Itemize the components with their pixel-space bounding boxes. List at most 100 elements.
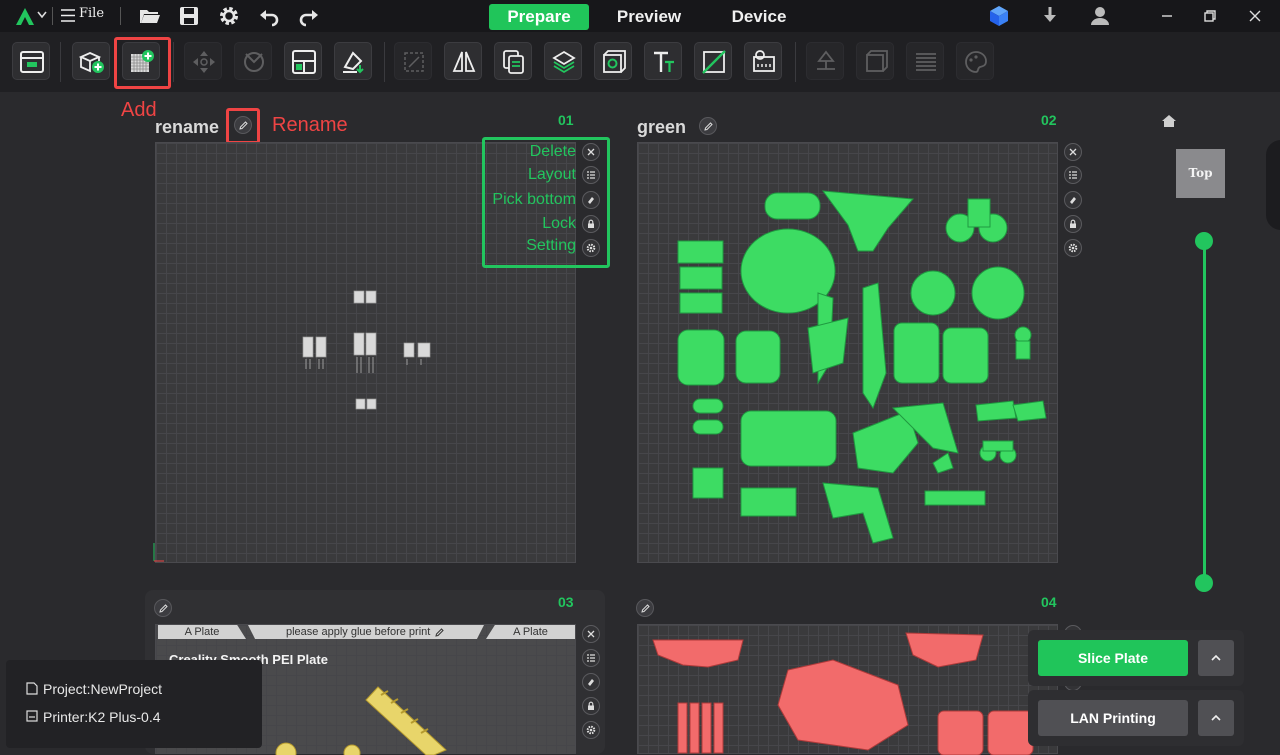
view-cube-top[interactable]: Top <box>1176 149 1225 198</box>
project-info-panel: Project:NewProject Printer:K2 Plus-0.4 <box>6 660 262 748</box>
scale-button[interactable] <box>394 42 432 80</box>
arrange-layout-icon <box>292 50 316 74</box>
lan-printing-button[interactable]: LAN Printing <box>1038 700 1188 736</box>
hamburger-menu-icon[interactable] <box>60 8 76 23</box>
hollow-cube-icon <box>603 50 626 73</box>
app-logo-icon[interactable] <box>14 5 36 27</box>
arrange-button[interactable] <box>284 42 322 80</box>
plate-03-lock-button[interactable] <box>582 697 600 715</box>
plate-01-delete-button[interactable] <box>582 143 600 161</box>
support-paint-icon <box>817 50 835 70</box>
support-button[interactable] <box>806 42 844 80</box>
file-menu[interactable]: File <box>79 6 104 21</box>
plate-03-rename-button[interactable] <box>154 599 172 617</box>
user-account-icon[interactable] <box>1088 4 1112 28</box>
tab-device[interactable]: Device <box>714 4 804 30</box>
setting-annotation-label: Setting <box>526 237 576 254</box>
cube-model-icon[interactable] <box>987 4 1011 28</box>
delete-annotation-label: Delete <box>529 143 576 160</box>
save-icon[interactable] <box>177 4 201 28</box>
rename-annotation-label: Rename <box>272 114 348 136</box>
printer-name-label: Printer:K2 Plus-0.4 <box>43 709 161 725</box>
mirror-icon <box>452 51 476 72</box>
toolbar-divider <box>795 42 796 82</box>
chevron-down-icon[interactable] <box>37 11 47 19</box>
add-model-button[interactable] <box>72 42 110 80</box>
mirror-button[interactable] <box>444 42 482 80</box>
close-window-icon[interactable] <box>1243 4 1267 28</box>
gear-icon <box>586 243 596 253</box>
plate-view-button[interactable] <box>12 42 50 80</box>
color-paint-button[interactable] <box>956 42 994 80</box>
rotate-icon <box>244 52 264 72</box>
pencil-icon <box>159 604 168 613</box>
download-icon[interactable] <box>1038 4 1062 28</box>
redo-icon[interactable] <box>297 4 321 28</box>
restore-window-icon[interactable] <box>1198 4 1222 28</box>
move-button[interactable] <box>184 42 222 80</box>
plate-04-rename-button[interactable] <box>636 599 654 617</box>
plate-01-lock-button[interactable] <box>582 215 600 233</box>
plate-02-lock-button[interactable] <box>1064 215 1082 233</box>
undo-icon[interactable] <box>257 4 281 28</box>
home-view-icon[interactable] <box>1161 114 1177 128</box>
gear-icon <box>586 725 596 735</box>
gear-icon <box>1068 243 1078 253</box>
tab-preview[interactable]: Preview <box>600 4 698 30</box>
plate-03-pick-bottom-button[interactable] <box>582 673 600 691</box>
add-cube-icon <box>79 52 104 73</box>
plate-02-setting-button[interactable] <box>1064 239 1082 257</box>
plate-02-rename-button[interactable] <box>699 117 717 135</box>
pencil-icon <box>641 604 650 613</box>
slice-plate-button[interactable]: Slice Plate <box>1038 640 1188 676</box>
lock-icon <box>588 701 594 710</box>
plate-01-setting-button[interactable] <box>582 239 600 257</box>
open-folder-icon[interactable] <box>138 4 162 28</box>
plate-03-delete-button[interactable] <box>582 625 600 643</box>
layer-slider-top-handle[interactable] <box>1195 232 1213 250</box>
plate-01-pick-bottom-button[interactable] <box>582 191 600 209</box>
slice-options-button[interactable] <box>1198 640 1234 676</box>
plate-04-bed[interactable] <box>637 624 1059 755</box>
plate-02-name: green <box>637 117 687 137</box>
close-icon <box>587 630 595 638</box>
add-highlight-box <box>114 37 171 89</box>
rename-highlight-box <box>226 108 260 144</box>
print-options-button[interactable] <box>1198 700 1234 736</box>
scale-icon <box>404 52 424 72</box>
rotate-button[interactable] <box>234 42 272 80</box>
hollow-button[interactable] <box>594 42 632 80</box>
plate-01-layout-button[interactable] <box>582 166 600 184</box>
copy-button[interactable] <box>494 42 532 80</box>
measure-button[interactable] <box>744 42 782 80</box>
plate-01-name: rename <box>155 117 220 137</box>
text-button[interactable] <box>644 42 682 80</box>
plate-02-bed[interactable] <box>637 142 1058 563</box>
minimize-icon[interactable] <box>1155 4 1179 28</box>
auto-orient-button[interactable] <box>334 42 372 80</box>
layout-list-icon <box>1069 171 1077 179</box>
layer-slider-bottom-handle[interactable] <box>1195 574 1213 592</box>
plate-02-layout-button[interactable] <box>1064 166 1082 184</box>
plate-03-setting-button[interactable] <box>582 721 600 739</box>
lock-icon <box>1070 219 1076 228</box>
text-tool-icon <box>654 51 674 72</box>
plate-03-layout-button[interactable] <box>582 649 600 667</box>
cut-button[interactable] <box>694 42 732 80</box>
plate-04-models[interactable] <box>638 625 1059 755</box>
divider <box>120 7 121 25</box>
toolbar-divider <box>173 42 174 82</box>
project-name-label: Project:NewProject <box>43 681 163 697</box>
lock-icon <box>588 219 594 228</box>
seam-button[interactable] <box>856 42 894 80</box>
settings-gear-icon[interactable] <box>217 4 241 28</box>
seam-icon <box>866 50 888 72</box>
toolbar-divider <box>384 42 385 82</box>
plate-02-pick-bottom-button[interactable] <box>1064 191 1082 209</box>
slice-layers-button[interactable] <box>906 42 944 80</box>
layer-slider-track[interactable] <box>1203 241 1206 583</box>
tab-prepare[interactable]: Prepare <box>489 4 589 30</box>
layers-button[interactable] <box>544 42 582 80</box>
plate-02-models[interactable] <box>638 143 1059 564</box>
plate-02-delete-button[interactable] <box>1064 143 1082 161</box>
